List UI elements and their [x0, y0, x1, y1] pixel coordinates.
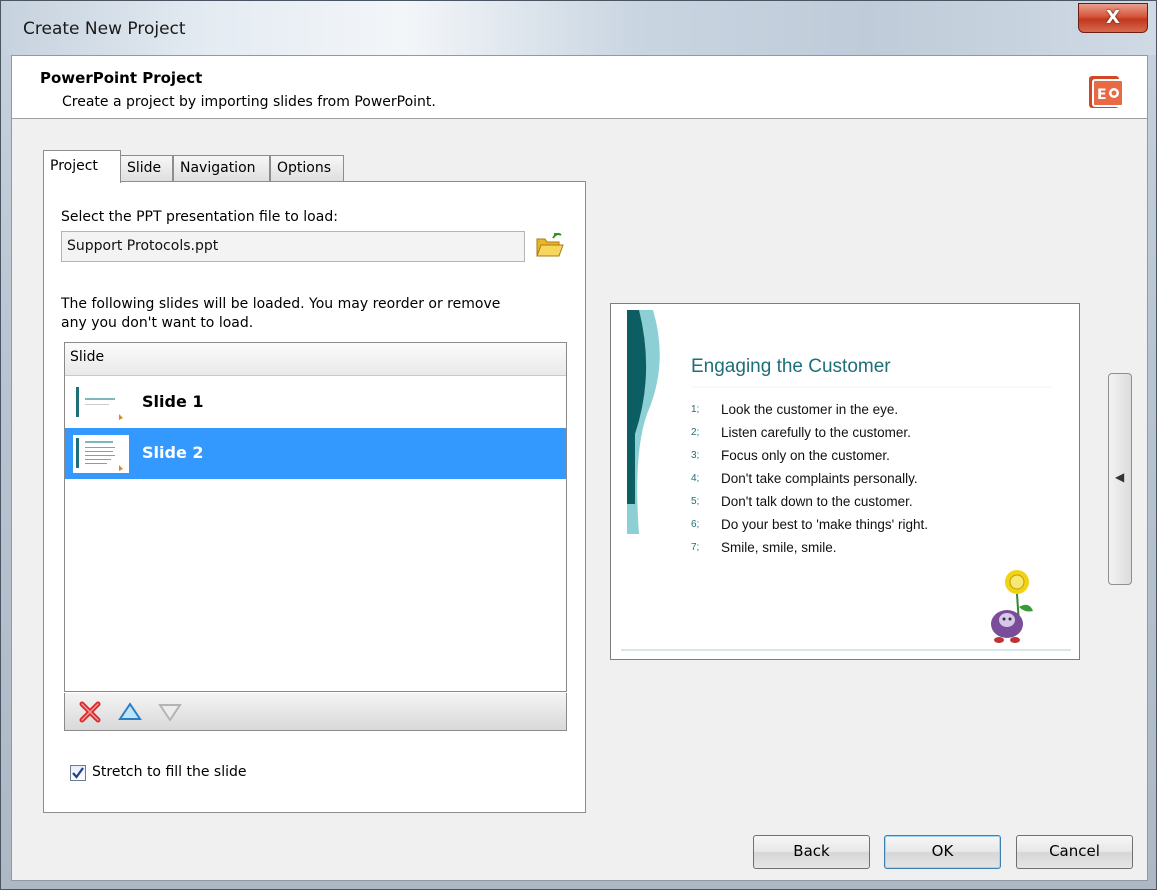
cancel-button[interactable]: Cancel [1016, 835, 1133, 869]
tab-project[interactable]: Project [43, 150, 121, 183]
slide-thumbnail [73, 435, 129, 473]
instructions-line-2: any you don't want to load. [61, 315, 254, 331]
header-description: Create a project by importing slides fro… [62, 94, 436, 110]
powerpoint-icon: E [1089, 76, 1124, 108]
create-project-dialog: Create New Project X PowerPoint Project … [0, 0, 1157, 890]
instructions-line-1: The following slides will be loaded. You… [61, 296, 501, 312]
stretch-checkbox-label: Stretch to fill the slide [92, 764, 247, 780]
close-button[interactable]: X [1078, 3, 1148, 33]
slide-list[interactable]: Slide Slide 1 Slide 2 [64, 342, 567, 692]
checkmark-icon [72, 767, 84, 779]
tab-options[interactable]: Options [270, 155, 344, 182]
window-title: Create New Project [23, 19, 186, 39]
dialog-body: PowerPoint Project Create a project by i… [11, 55, 1148, 881]
slide-bullet: 2; Listen carefully to the customer. [691, 425, 911, 440]
ppt-file-field[interactable]: Support Protocols.ppt [61, 231, 525, 262]
chevron-left-icon: ◀ [1115, 470, 1125, 484]
slide-item-label: Slide 2 [142, 443, 204, 462]
list-column-header[interactable]: Slide [65, 343, 566, 376]
delete-icon[interactable] [77, 699, 103, 725]
back-button[interactable]: Back [753, 835, 870, 869]
stretch-checkbox[interactable] [70, 765, 86, 781]
slide-preview: Engaging the Customer 1; Look the custome… [610, 303, 1080, 660]
header-band: PowerPoint Project Create a project by i… [12, 56, 1147, 119]
slide-bullet: 4; Don't take complaints personally. [691, 471, 918, 486]
header-title: PowerPoint Project [40, 69, 203, 87]
slide-bullet: 7; Smile, smile, smile. [691, 540, 837, 555]
list-toolbar [64, 693, 567, 731]
collapse-panel-button[interactable]: ◀ [1108, 373, 1132, 585]
project-tab-panel: Select the PPT presentation file to load… [43, 181, 586, 813]
svg-text:E: E [1097, 87, 1107, 103]
slide-bullet: 5; Don't talk down to the customer. [691, 494, 913, 509]
tab-navigation[interactable]: Navigation [173, 155, 270, 182]
tab-slide[interactable]: Slide [120, 155, 173, 182]
slide-bullet: 3; Focus only on the customer. [691, 448, 890, 463]
slide-bullet: 6; Do your best to 'make things' right. [691, 517, 929, 532]
slide-item-label: Slide 1 [142, 392, 204, 411]
move-down-icon[interactable] [157, 699, 183, 725]
folder-open-icon[interactable] [534, 231, 564, 261]
ok-button[interactable]: OK [884, 835, 1001, 869]
slide-bullet: 1; Look the customer in the eye. [691, 402, 899, 417]
title-bar[interactable]: Create New Project X [1, 1, 1156, 55]
slide-title: Engaging the Customer [691, 356, 891, 377]
slide-list-item[interactable]: Slide 2 [65, 428, 566, 479]
slide-list-item[interactable]: Slide 1 [65, 377, 566, 428]
move-up-icon[interactable] [117, 699, 143, 725]
slide-bullet-list: 1; Look the customer in the eye. 2; Listen… [691, 402, 928, 563]
slide-thumbnail [73, 384, 129, 422]
file-prompt-label: Select the PPT presentation file to load… [61, 209, 338, 225]
